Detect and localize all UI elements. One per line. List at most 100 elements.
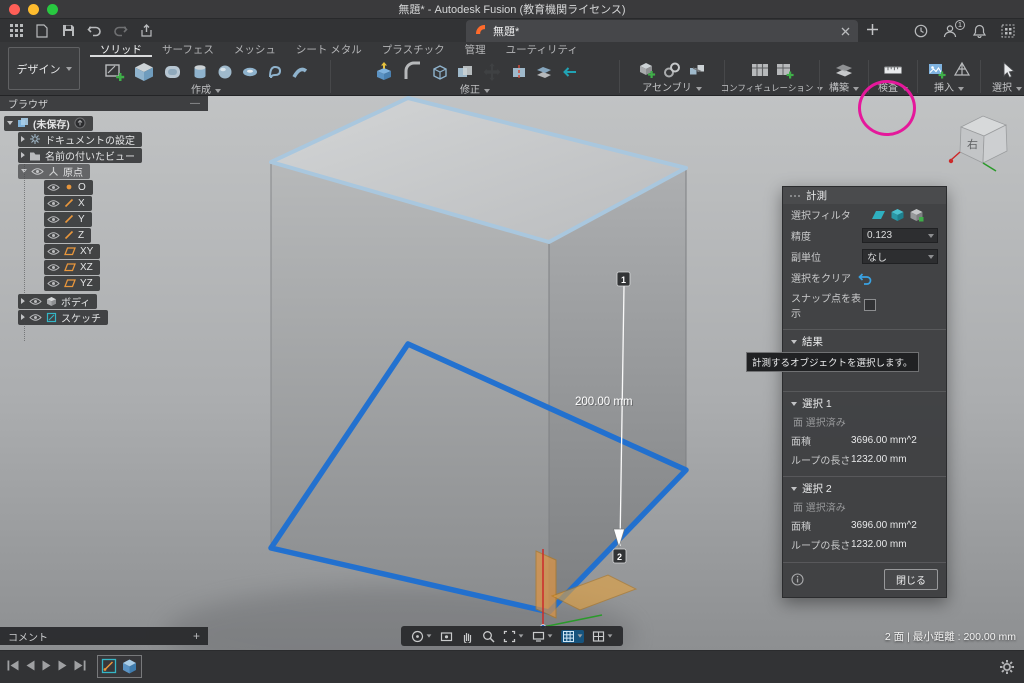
extensions-grid-icon[interactable] — [1000, 23, 1016, 39]
fullscreen-button[interactable] — [47, 4, 58, 15]
clock-icon[interactable] — [913, 23, 929, 39]
precision-dropdown[interactable]: 0.123 — [862, 228, 938, 243]
eye-icon[interactable] — [31, 167, 44, 176]
coil-primitive-icon[interactable] — [264, 61, 286, 83]
fit-tool[interactable] — [503, 630, 524, 643]
skip-start-icon[interactable] — [6, 659, 20, 672]
eye-icon[interactable] — [29, 297, 42, 306]
redo-icon[interactable] — [112, 23, 128, 39]
show-snap-checkbox[interactable] — [864, 299, 876, 311]
clear-selection-button[interactable] — [857, 271, 872, 285]
close-button[interactable] — [9, 4, 20, 15]
body-filter-icon[interactable] — [890, 208, 905, 222]
construction-plane-icon[interactable] — [833, 59, 855, 81]
box-primitive-icon[interactable] — [131, 59, 157, 85]
tree-item-bodies[interactable]: ボディ — [18, 294, 97, 309]
tab-manage[interactable]: 管理 — [455, 42, 496, 57]
save-icon[interactable] — [60, 23, 76, 39]
split-body-icon[interactable] — [508, 61, 530, 83]
press-pull-icon[interactable] — [371, 59, 397, 85]
new-tab-button[interactable] — [866, 23, 879, 39]
measure-icon[interactable] — [882, 59, 904, 81]
group-modify-label[interactable]: 修正 — [460, 85, 490, 96]
tab-solid[interactable]: ソリッド — [90, 42, 152, 57]
new-document-icon[interactable] — [34, 23, 50, 39]
box-right-face[interactable] — [549, 168, 686, 612]
display-settings-tool[interactable] — [532, 630, 553, 643]
browser-header[interactable]: ブラウザ — — [0, 96, 208, 111]
rigid-group-icon[interactable] — [686, 59, 708, 81]
minimize-button[interactable] — [28, 4, 39, 15]
tree-item-document[interactable]: (未保存) — [4, 116, 93, 131]
cylinder-primitive-icon[interactable] — [189, 61, 211, 83]
step-forward-icon[interactable] — [57, 659, 68, 672]
tab-mesh[interactable]: メッシュ — [224, 42, 286, 57]
group-create-label[interactable]: 作成 — [191, 85, 221, 96]
tree-item-axis-x[interactable]: X — [44, 196, 92, 211]
workspace-selector[interactable]: デザイン — [8, 47, 80, 90]
zoom-tool[interactable] — [482, 630, 495, 643]
tab-surface[interactable]: サーフェス — [152, 42, 224, 57]
chevron-down-icon[interactable] — [7, 121, 13, 125]
skip-end-icon[interactable] — [73, 659, 87, 672]
timeline-settings-gear-icon[interactable] — [998, 658, 1016, 676]
tree-item-origin[interactable]: 原点 — [18, 164, 90, 179]
results-section-header[interactable]: 結果 — [783, 329, 946, 351]
joint-icon[interactable] — [661, 59, 683, 81]
replace-face-icon[interactable] — [558, 61, 580, 83]
document-tab[interactable]: 無題* — [466, 20, 858, 42]
export-icon[interactable] — [138, 23, 154, 39]
combine-icon[interactable] — [454, 61, 476, 83]
viewports-tool[interactable] — [592, 630, 613, 643]
offset-face-icon[interactable] — [533, 61, 555, 83]
eye-icon[interactable] — [47, 279, 60, 288]
secondary-units-dropdown[interactable]: なし — [862, 249, 938, 264]
eye-icon[interactable] — [47, 231, 60, 240]
torus-primitive-icon[interactable] — [239, 61, 261, 83]
look-at-tool[interactable] — [440, 630, 453, 643]
face-filter-icon[interactable] — [871, 208, 886, 221]
create-form-icon[interactable] — [160, 59, 186, 85]
grid-snap-tool[interactable] — [561, 630, 584, 643]
group-inspect-label[interactable]: 検査 — [878, 83, 908, 94]
move-copy-icon[interactable] — [479, 59, 505, 85]
shell-icon[interactable] — [429, 61, 451, 83]
component-filter-icon[interactable] — [909, 208, 924, 222]
pipe-primitive-icon[interactable] — [289, 61, 311, 83]
group-insert-label[interactable]: 挿入 — [934, 83, 964, 94]
tree-item-document-settings[interactable]: ドキュメントの設定 — [18, 132, 142, 147]
configuration-table-icon[interactable] — [749, 59, 771, 81]
orbit-tool[interactable] — [411, 630, 432, 643]
tab-close-icon[interactable] — [841, 27, 850, 36]
selection2-section-header[interactable]: 選択 2 — [783, 476, 946, 498]
user-avatar-icon[interactable]: 1 — [942, 23, 958, 39]
selection-marker-2[interactable]: 2 — [613, 549, 626, 563]
selection1-section-header[interactable]: 選択 1 — [783, 391, 946, 413]
selection-marker-1[interactable]: 1 — [617, 272, 630, 286]
tree-item-axis-z[interactable]: Z — [44, 228, 91, 243]
sphere-primitive-icon[interactable] — [214, 61, 236, 83]
tab-utilities[interactable]: ユーティリティ — [496, 42, 588, 57]
group-construct-label[interactable]: 構築 — [829, 83, 859, 94]
eye-icon[interactable] — [47, 263, 60, 272]
browser-collapse-icon[interactable]: — — [190, 99, 200, 109]
add-configuration-icon[interactable] — [774, 59, 796, 81]
sketch-feature-icon[interactable] — [101, 658, 118, 675]
group-select-label[interactable]: 選択 — [992, 83, 1022, 94]
close-dialog-button[interactable]: 閉じる — [884, 569, 938, 590]
play-icon[interactable] — [41, 659, 52, 672]
bell-icon[interactable] — [971, 23, 987, 39]
apps-grid-icon[interactable] — [8, 23, 24, 39]
eye-icon[interactable] — [47, 183, 60, 192]
eye-icon[interactable] — [47, 215, 60, 224]
step-back-icon[interactable] — [25, 659, 36, 672]
measure-dialog-header[interactable]: 計測 — [783, 187, 946, 204]
tab-sheetmetal[interactable]: シート メタル — [286, 42, 372, 57]
tree-item-plane-yz[interactable]: YZ — [44, 276, 100, 291]
tree-item-named-views[interactable]: 名前の付いたビュー — [18, 148, 142, 163]
add-comment-icon[interactable]: + — [193, 630, 200, 642]
insert-mesh-icon[interactable] — [951, 59, 973, 81]
select-cursor-icon[interactable] — [996, 59, 1018, 81]
pan-tool[interactable] — [461, 630, 474, 643]
tree-item-sketches[interactable]: スケッチ — [18, 310, 108, 325]
